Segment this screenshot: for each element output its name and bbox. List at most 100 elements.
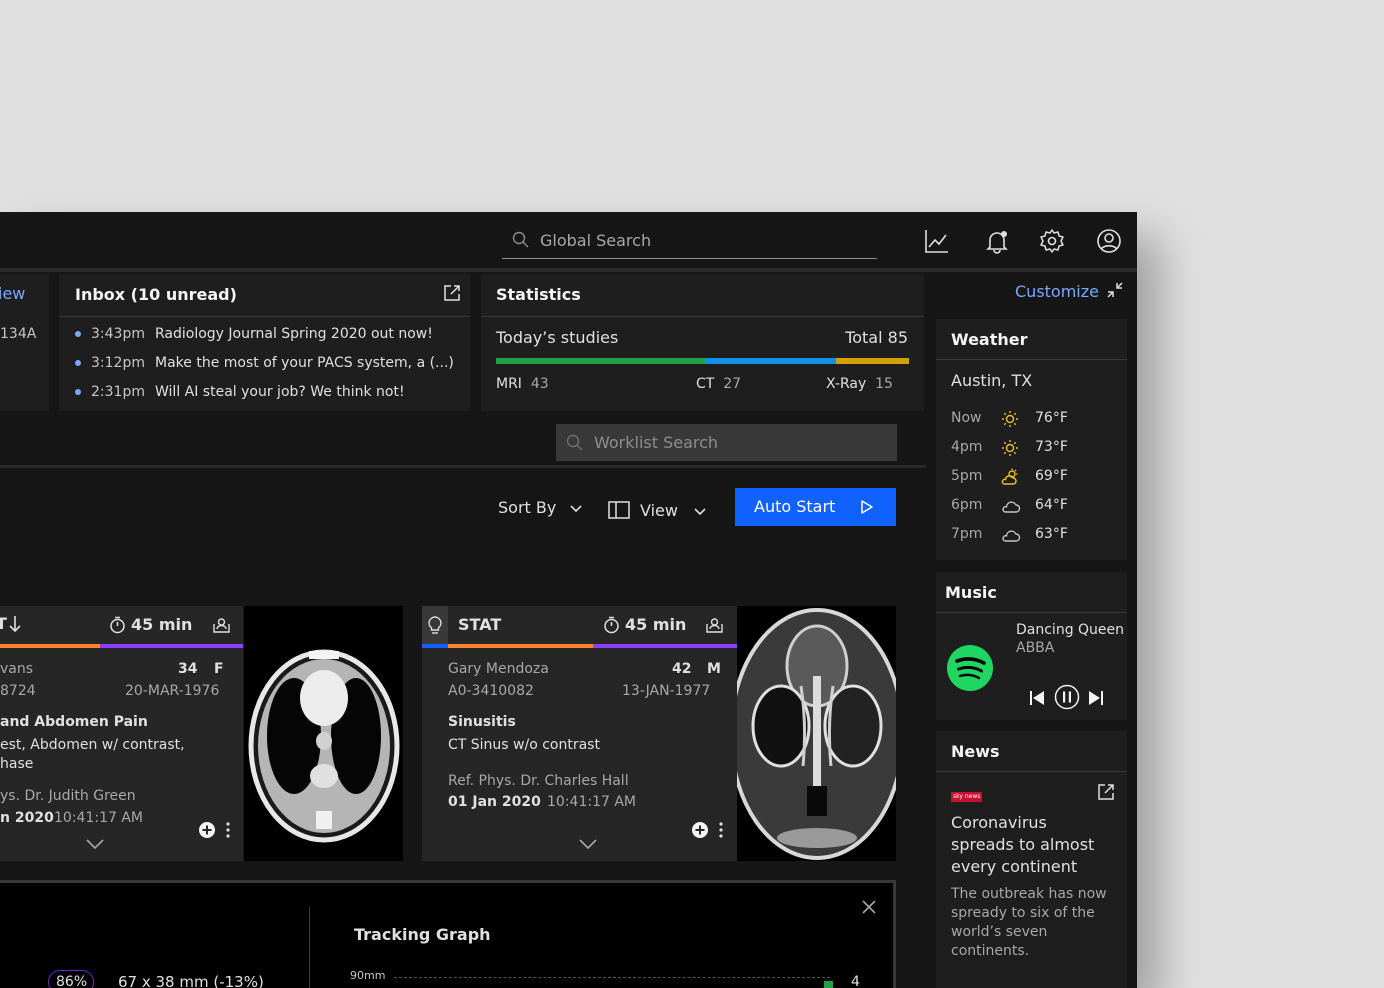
inbox-item[interactable]: 2:31pm Will AI steal your job? We think n… <box>75 384 405 400</box>
mri-stat: MRI 43 <box>496 376 549 392</box>
partly-cloudy-icon <box>1001 468 1018 485</box>
study-date: 01 Jan 2020 <box>448 794 541 810</box>
case-time: 45 min <box>625 615 687 634</box>
case-time: 45 min <box>131 615 193 634</box>
unread-dot <box>75 389 81 395</box>
chevron-down-icon[interactable] <box>578 838 598 850</box>
news-title: News <box>951 742 1000 761</box>
song-artist: ABBA <box>1016 640 1055 656</box>
skip-forward-icon[interactable] <box>1088 690 1104 706</box>
chevron-down-icon <box>694 508 706 516</box>
news-tile: News sky news Coronavirus spreads to alm… <box>936 731 1127 988</box>
right-panel: Customize Weather Austin, TX Now 76°F 4p… <box>926 272 1137 988</box>
assign-icon[interactable] <box>705 615 724 634</box>
sort-by-label: Sort By <box>498 498 557 517</box>
referring-physician: Ref. Phys. Dr. Charles Hall <box>448 773 629 789</box>
inbox-item-text: Radiology Journal Spring 2020 out now! <box>155 326 433 342</box>
lightbulb-icon <box>428 616 442 634</box>
forecast-time: 7pm <box>951 526 983 542</box>
global-search-placeholder: Global Search <box>540 231 652 250</box>
inbox-tile: Inbox (10 unread) 3:43pm Radiology Journa… <box>59 274 470 411</box>
news-headline-line3[interactable]: every continent <box>951 857 1077 876</box>
sun-icon <box>1002 411 1018 427</box>
news-headline-line2[interactable]: spreads to almost <box>951 835 1094 854</box>
launch-icon[interactable] <box>443 284 461 302</box>
analytics-icon[interactable] <box>924 228 950 254</box>
ct-value: 27 <box>723 376 742 392</box>
study-title: and Abdomen Pain <box>0 714 148 730</box>
inbox-item[interactable]: 3:43pm Radiology Journal Spring 2020 out … <box>75 326 433 342</box>
tracking-graph-title: Tracking Graph <box>354 925 491 944</box>
chevron-down-icon[interactable] <box>85 838 105 850</box>
spotify-logo-icon <box>947 645 993 691</box>
view-label: View <box>640 501 678 520</box>
inbox-item-time: 2:31pm <box>91 384 145 400</box>
patient-sex: M <box>707 661 721 677</box>
ct-chest-thumbnail[interactable] <box>244 606 403 861</box>
cloud-icon <box>1002 530 1021 542</box>
xray-stat: X-Ray 15 <box>826 376 893 392</box>
music-tile: Music Dancing Queen ABBA <box>936 572 1127 720</box>
minimize-icon[interactable] <box>1106 281 1124 299</box>
skip-back-icon[interactable] <box>1029 690 1045 706</box>
measurement-text: 67 x 38 mm (-13%) <box>118 973 264 988</box>
worklist-search-input[interactable]: Worklist Search <box>556 424 897 461</box>
grid-line <box>394 977 830 978</box>
studies-distribution-bar <box>496 358 909 364</box>
inbox-title: Inbox (10 unread) <box>75 285 237 304</box>
search-icon <box>512 231 529 248</box>
launch-icon[interactable] <box>1097 783 1115 801</box>
song-title: Dancing Queen <box>1016 622 1125 638</box>
case-card[interactable]: T 45 min vans 34 F 8724 20-MAR-1976 and … <box>0 606 243 861</box>
weather-divider <box>936 359 1127 360</box>
panel-divider <box>309 907 310 988</box>
patient-id: 8724 <box>0 683 36 699</box>
sun-icon <box>1002 440 1018 456</box>
sky-news-logo: sky news <box>951 792 983 802</box>
view-link[interactable]: iew <box>0 284 25 303</box>
close-icon[interactable] <box>861 899 877 915</box>
settings-gear-icon[interactable] <box>1039 228 1065 254</box>
partial-tile: iew 134A <box>0 274 49 411</box>
news-body-line2: spready to six of the <box>951 905 1095 921</box>
xray-value: 15 <box>875 376 893 392</box>
partial-tile-value: 134A <box>0 326 37 342</box>
study-description: est, Abdomen w/ contrast, <box>0 737 185 753</box>
overflow-menu-icon[interactable] <box>717 821 725 839</box>
overflow-menu-icon[interactable] <box>224 821 232 839</box>
chevron-down-icon <box>570 505 582 513</box>
mri-label: MRI <box>496 376 522 392</box>
study-timestamp: 10:41:17 AM <box>547 794 636 810</box>
ct-sinus-thumbnail[interactable] <box>737 606 896 861</box>
auto-start-button[interactable]: Auto Start <box>735 488 896 526</box>
add-circle-icon[interactable] <box>691 821 709 839</box>
statistics-title: Statistics <box>496 285 581 304</box>
customize-link[interactable]: Customize <box>1015 282 1099 301</box>
study-timestamp: 10:41:17 AM <box>54 810 143 826</box>
pause-icon[interactable] <box>1054 684 1080 710</box>
global-search-input[interactable]: Global Search <box>502 224 877 259</box>
graph-count: 4 <box>851 974 860 988</box>
news-body-line1: The outbreak has now <box>951 886 1107 902</box>
inbox-item[interactable]: 3:12pm Make the most of your PACS system,… <box>75 355 454 371</box>
graph-bar <box>824 981 833 988</box>
auto-start-label: Auto Start <box>754 497 836 516</box>
inbox-divider <box>59 316 470 317</box>
add-circle-icon[interactable] <box>198 821 216 839</box>
patient-name: vans <box>0 661 34 677</box>
sort-by-dropdown[interactable]: Sort By <box>498 498 583 517</box>
study-title: Sinusitis <box>448 714 516 730</box>
forecast-temp: 63°F <box>1035 526 1068 542</box>
news-headline-line1[interactable]: Coronavirus <box>951 813 1047 832</box>
user-avatar-icon[interactable] <box>1096 228 1122 254</box>
view-dropdown[interactable]: View <box>608 498 707 520</box>
play-icon <box>861 500 873 514</box>
patient-age: 42 <box>672 661 692 677</box>
ct-chest-image <box>248 649 400 843</box>
weather-tile: Weather Austin, TX Now 76°F 4pm 73°F 5pm… <box>936 319 1127 560</box>
top-bar: Global Search <box>0 212 1137 268</box>
case-card[interactable]: STAT 45 min Gary Mendoza 42 M A0-3410082… <box>422 606 737 861</box>
notification-icon[interactable] <box>984 228 1010 254</box>
patient-name: Gary Mendoza <box>448 661 549 677</box>
assign-icon[interactable] <box>212 615 231 634</box>
